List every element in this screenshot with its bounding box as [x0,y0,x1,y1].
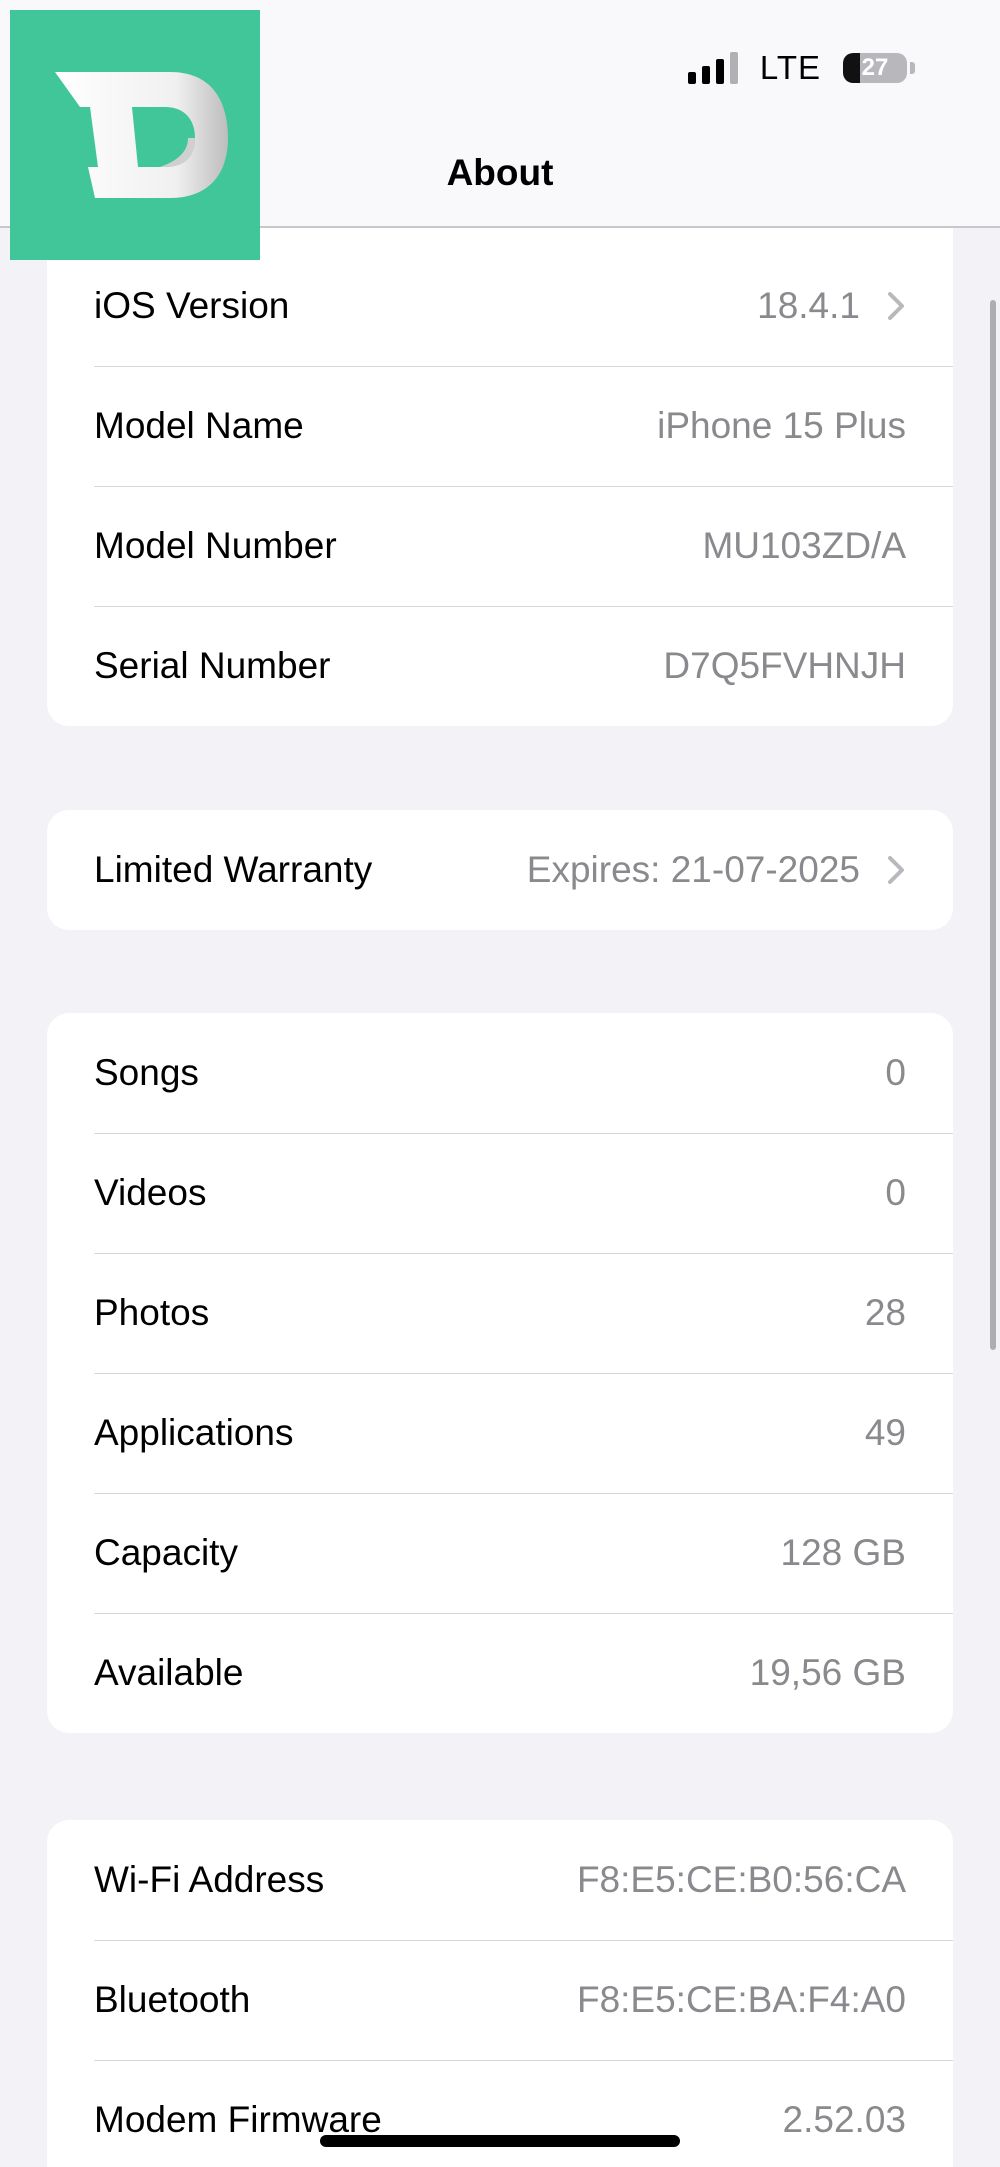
ios-version-row[interactable]: iOS Version 18.4.1 [47,246,953,366]
row-value: 49 [864,1412,906,1453]
row-value: D7Q5FVHNJH [663,645,906,686]
d-logo-icon [55,72,228,198]
row-value: 28 [864,1292,906,1333]
wifi-address-row[interactable]: Wi-Fi Address F8:E5:CE:B0:56:CA [47,1820,953,1940]
row-value: 2.52.03 [782,2099,906,2140]
row-label: Photos [94,1292,210,1333]
about-list[interactable]: iOS Version 18.4.1 Model Name iPhone 15 … [0,228,1000,2167]
row-label: Available [94,1652,244,1693]
row-label: Bluetooth [94,1979,251,2020]
media-storage-card: Songs 0 Videos 0 Photos 28 Applications … [47,1013,953,1733]
serial-number-row[interactable]: Serial Number D7Q5FVHNJH [47,606,953,726]
photos-row: Photos 28 [47,1253,953,1373]
row-label: Serial Number [94,645,331,686]
row-label: Limited Warranty [94,849,373,890]
row-value: 0 [885,1052,906,1093]
home-indicator[interactable] [320,2135,680,2147]
model-number-row[interactable]: Model Number MU103ZD/A [47,486,953,606]
row-label: Model Number [94,525,337,566]
cellular-signal-icon [687,52,738,84]
row-label: Model Name [94,405,304,446]
chevron-right-icon [878,855,914,885]
limited-warranty-row[interactable]: Limited Warranty Expires: 21-07-2025 [47,810,953,930]
videos-row: Videos 0 [47,1133,953,1253]
row-label: iOS Version [94,285,290,326]
row-value: iPhone 15 Plus [657,405,906,446]
network-info-card: Wi-Fi Address F8:E5:CE:B0:56:CA Bluetoot… [47,1820,953,2167]
row-value: 18.4.1 [757,285,860,326]
device-info-card: iOS Version 18.4.1 Model Name iPhone 15 … [47,228,953,726]
row-value: F8:E5:CE:B0:56:CA [576,1859,906,1900]
row-value: MU103ZD/A [702,525,906,566]
capacity-row: Capacity 128 GB [47,1493,953,1613]
row-value: Expires: 21-07-2025 [526,849,860,890]
row-value: 128 GB [780,1532,906,1573]
warranty-card: Limited Warranty Expires: 21-07-2025 [47,810,953,930]
row-label: Capacity [94,1532,238,1573]
network-type: LTE [759,49,821,86]
row-value: 0 [885,1172,906,1213]
row-value: F8:E5:CE:BA:F4:A0 [576,1979,906,2020]
row-label: Applications [94,1412,294,1453]
songs-row: Songs 0 [47,1013,953,1133]
app-logo [10,10,260,260]
chevron-right-icon [878,291,914,321]
model-name-row: Model Name iPhone 15 Plus [47,366,953,486]
modem-firmware-row[interactable]: Modem Firmware 2.52.03 [47,2060,953,2167]
scrollbar[interactable] [990,300,996,1350]
status-bar: LTE 27 [687,48,915,88]
bluetooth-row[interactable]: Bluetooth F8:E5:CE:BA:F4:A0 [47,1940,953,2060]
row-label: Wi-Fi Address [94,1859,325,1900]
row-label: Songs [94,1052,199,1093]
battery-percentage: 27 [861,54,889,81]
row-label: Videos [94,1172,207,1213]
applications-row: Applications 49 [47,1373,953,1493]
row-value: 19,56 GB [749,1652,906,1693]
available-row: Available 19,56 GB [47,1613,953,1733]
battery-icon: 27 [843,53,915,83]
